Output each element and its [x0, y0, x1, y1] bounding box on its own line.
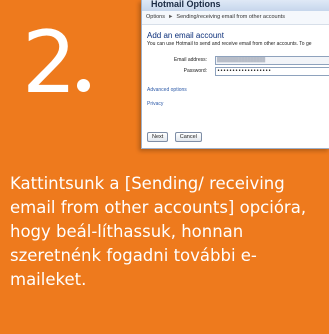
email-field[interactable]: ████████████████	[215, 56, 329, 65]
step-number-dot	[76, 79, 90, 92]
breadcrumb-current: Sending/receiving email from other accou…	[176, 14, 285, 20]
next-button[interactable]: Next	[147, 132, 169, 142]
step-number-digit: 2	[22, 13, 77, 113]
advanced-options-link[interactable]: Advanced options	[147, 87, 325, 93]
section-description: You can use Hotmail to send and receive …	[147, 41, 312, 47]
button-row: Next Cancel	[147, 125, 325, 143]
password-field[interactable]: ••••••••••••••••••	[215, 67, 329, 76]
breadcrumb-options[interactable]: Options	[146, 14, 165, 20]
password-label: Password:	[183, 68, 207, 74]
breadcrumb: Options ► Sending/receiving email from oth…	[142, 11, 329, 25]
section-heading: Add an email account	[147, 31, 224, 40]
cancel-button[interactable]: Cancel	[174, 132, 202, 142]
hotmail-options-window: Hotmail Options Options ► Sending/receivin…	[141, 0, 329, 149]
window-body: Add an email account You can use Hotmail…	[142, 25, 329, 143]
email-label: Email address:	[173, 57, 207, 63]
tutorial-card: Hotmail Options Options ► Sending/receivin…	[0, 0, 329, 334]
caption-text: Kattintsunk a [Sending/ receiving email …	[10, 174, 307, 289]
password-row: Password: ••••••••••••••••••	[147, 67, 329, 77]
window-title: Hotmail Options	[142, 0, 329, 11]
email-value: ████████████████	[217, 57, 266, 63]
email-row: Email address: ████████████████	[147, 56, 329, 66]
step-number: 2	[22, 20, 90, 106]
privacy-link[interactable]: Privacy	[147, 101, 325, 107]
breadcrumb-separator-icon: ►	[167, 14, 174, 20]
